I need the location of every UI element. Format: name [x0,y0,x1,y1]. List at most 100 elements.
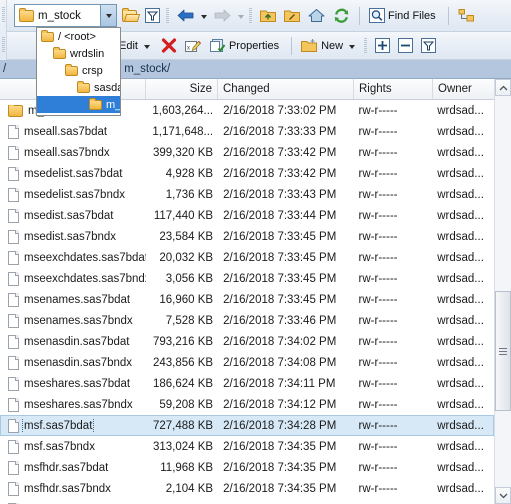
address-combobox[interactable]: m_stock [14,4,117,27]
scrollbar-thumb[interactable] [495,291,511,411]
toolbar-grip-view[interactable] [364,37,368,54]
new-dropdown-caret[interactable] [349,44,356,49]
delete-button[interactable] [157,34,181,58]
expand-button[interactable] [371,34,394,58]
file-icon [8,418,19,433]
folder-tree-item-sasdata[interactable]: sasdata [37,79,120,96]
file-row[interactable]: msf.sas7bdat 727,488 KB 2/16/2018 7:34:28 … [0,415,494,436]
column-header-owner[interactable]: Owner [433,79,494,99]
file-row[interactable]: mseshares.sas7bndx 59,208 KB 2/16/2018 7:3… [0,394,494,415]
column-header-size[interactable]: Size [146,79,218,99]
column-header-changed[interactable]: Changed [218,79,354,99]
filter-button[interactable] [141,4,164,28]
folder-tree-item-root[interactable]: / <root> [37,28,120,45]
file-owner-cell: wrdsad... [437,188,484,201]
folder-icon [77,80,90,93]
red-x-icon [161,38,177,53]
properties-button[interactable]: Properties [206,34,286,58]
file-row[interactable]: msenasdin.sas7bndx 243,856 KB 2/16/2018 7:… [0,352,494,373]
toolbar-grip-2[interactable] [2,37,5,53]
toolbar-grip-1[interactable] [2,7,5,23]
folder-tree-item-wrdslin[interactable]: wrdslin [37,45,120,62]
file-row[interactable]: mseall.sas7bndx 399,320 KB 2/16/2018 7:33:… [0,142,494,163]
file-changed-cell: 2/16/2018 7:34:11 PM [223,377,336,390]
new-folder-icon [301,39,318,52]
file-row[interactable]: msenasdin.sas7bdat 793,216 KB 2/16/2018 7:… [0,331,494,352]
file-name-cell: msfhdr.sas7bdat [1,460,146,475]
file-rights-cell: rw-r----- [358,461,398,474]
file-rights-cell: rw-r----- [358,440,398,453]
file-size-cell: 16,960 KB [159,293,214,306]
folder-icon [8,104,23,117]
file-row[interactable]: msedist.sas7bndx 23,584 KB 2/16/2018 7:33:… [0,226,494,247]
open-folder-button[interactable] [118,4,141,28]
toolbar-grip-strip [0,0,7,60]
scroll-up-button[interactable] [495,79,511,96]
back-history-dropdown[interactable] [201,14,207,19]
toolbar-grip-folders[interactable] [249,7,252,24]
folder-tree-item-m-stock[interactable]: m_stock [37,96,120,113]
properties-icon [209,39,226,53]
file-owner-cell: wrdsad... [437,230,484,243]
file-icon [8,355,19,370]
file-name-cell: msedist.sas7bndx [1,229,146,244]
new-button[interactable]: New [297,34,362,58]
file-row[interactable]: msi.sas7bdat256 KB2/16/2018 7:34:35 PMrw… [0,499,494,504]
filter-funnel-icon [145,8,160,23]
file-size-cell: 1,603,264... [152,104,214,117]
file-icon [8,166,19,181]
file-owner-cell: wrdsad... [437,251,484,264]
column-header-rights[interactable]: Rights [354,79,433,99]
file-row[interactable]: mseall.sas7bdat 1,171,648... 2/16/2018 7:3… [0,121,494,142]
plus-box-icon [375,38,391,53]
collapse-button[interactable] [394,34,417,58]
edit-dropdown-caret[interactable] [143,44,150,49]
file-icon [8,229,19,244]
folder-root-icon [284,10,300,22]
arrow-right-icon [214,9,231,22]
find-files-label: Find Files [388,9,436,22]
file-rights-cell: rw-r----- [358,398,398,411]
file-row[interactable]: msedelist.sas7bdat 4,928 KB 2/16/2018 7:33… [0,163,494,184]
folder-tree-dropdown[interactable]: / <root> wrdslin crsp sasdata m_stock [36,27,121,116]
folder-tree-item-crsp[interactable]: crsp [37,62,120,79]
file-owner-cell: wrdsad... [437,146,484,159]
forward-history-dropdown[interactable] [238,14,244,19]
folder-tree-item-label: sasdata [94,81,120,94]
file-icon [8,439,19,454]
file-row[interactable]: msf.sas7bndx 313,024 KB 2/16/2018 7:34:35 … [0,436,494,457]
vertical-scrollbar[interactable] [494,79,511,504]
home-button[interactable] [304,4,329,28]
file-row[interactable]: msedelist.sas7bndx 1,736 KB 2/16/2018 7:33… [0,184,494,205]
file-row[interactable]: msfhdr.sas7bdat 11,968 KB 2/16/2018 7:34:3… [0,457,494,478]
properties-label: Properties [228,39,280,52]
find-files-button[interactable]: Find Files [365,4,443,28]
file-owner-cell: wrdsad... [437,377,484,390]
file-rights-cell: rw-r----- [358,230,398,243]
file-row[interactable]: mseexchdates.sas7bdat 20,032 KB 2/16/2018 … [0,247,494,268]
refresh-button[interactable] [329,4,354,28]
file-name-label: mseshares.sas7bdat [24,377,131,390]
file-size-cell: 793,216 KB [153,335,214,348]
file-changed-cell: 2/16/2018 7:33:44 PM [223,209,337,222]
file-row[interactable]: msedist.sas7bdat 117,440 KB 2/16/2018 7:33… [0,205,494,226]
file-row[interactable]: msfhdr.sas7bndx 2,104 KB 2/16/2018 7:34:35… [0,478,494,499]
file-list[interactable]: m_stock 1,603,264... 2/16/2018 7:33:02 PM r… [0,100,494,504]
file-row[interactable]: mseshares.sas7bdat 186,624 KB 2/16/2018 7:… [0,373,494,394]
folder-icon [89,97,102,110]
root-folder-button[interactable] [280,4,304,28]
file-changed-cell: 2/16/2018 7:33:42 PM [223,146,337,159]
back-button[interactable] [173,4,198,28]
file-row[interactable]: msenames.sas7bndx 7,528 KB 2/16/2018 7:33:… [0,310,494,331]
file-row[interactable]: mseexchdates.sas7bndx 3,056 KB 2/16/2018 7… [0,268,494,289]
rename-button[interactable]: x [181,34,206,58]
file-row[interactable]: msenames.sas7bdat 16,960 KB 2/16/2018 7:33… [0,289,494,310]
folder-tree-button[interactable] [454,4,479,28]
up-one-level-button[interactable] [256,4,280,28]
arrow-left-icon [177,9,194,22]
grip-icon [499,347,507,355]
toolbar-grip-nav[interactable] [166,7,169,24]
scroll-down-button[interactable] [495,487,511,504]
address-dropdown-button[interactable] [100,5,116,26]
select-filter-button[interactable] [417,34,440,58]
